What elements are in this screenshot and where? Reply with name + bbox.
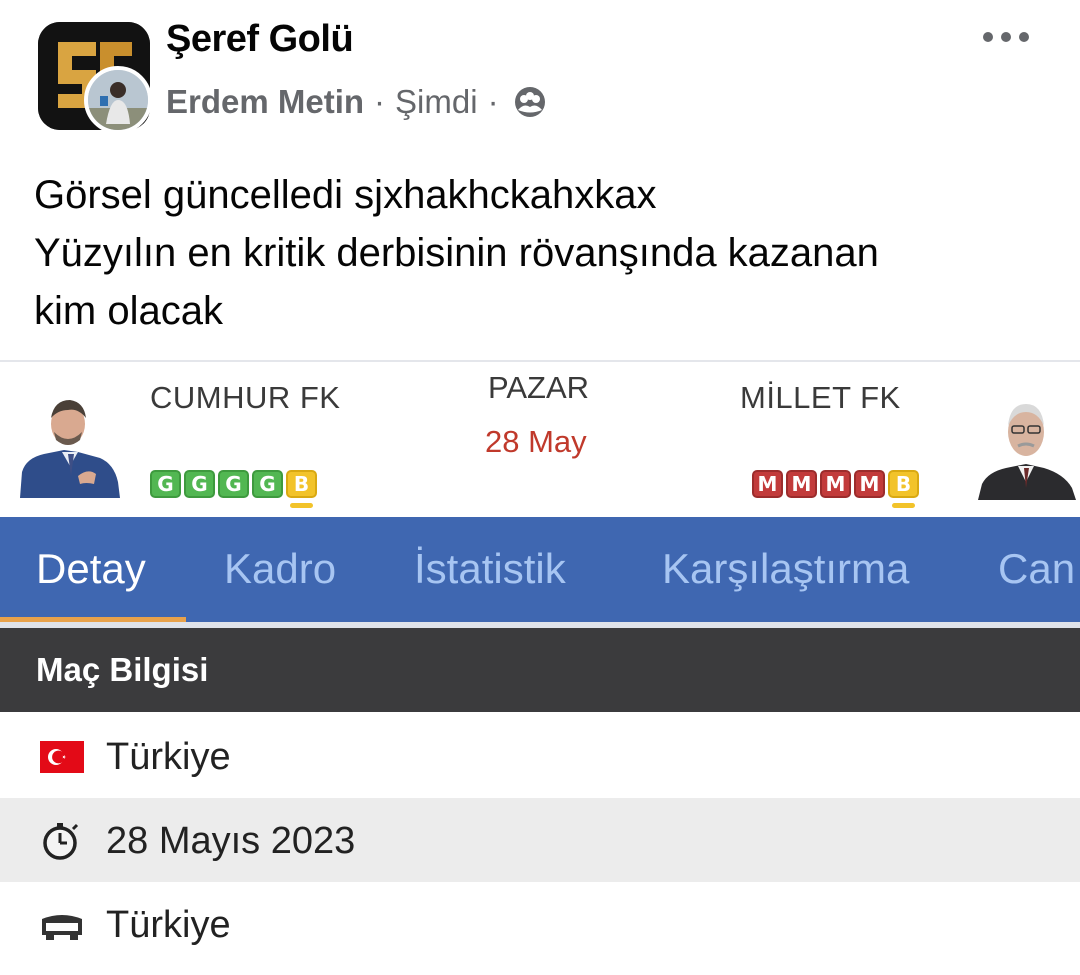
post-text: Görsel güncelledi sjxhakhckahxkax Yüzyıl…: [34, 166, 1054, 340]
away-form-row: M M M M B: [752, 470, 919, 508]
info-row: Türkiye: [0, 882, 1080, 968]
form-badge-win: G: [150, 470, 181, 498]
away-team-name: MİLLET FK: [740, 380, 901, 415]
post-time[interactable]: Şimdi: [395, 83, 478, 121]
tab-karsilastirma[interactable]: Karşılaştırma: [662, 545, 909, 593]
form-badge-loss: M: [752, 470, 783, 498]
match-tab-bar: Detay Kadro İstatistik Karşılaştırma Can: [0, 517, 1080, 622]
turkey-flag-icon: [40, 741, 84, 773]
post-meta: Erdem Metin · Şimdi ·: [166, 80, 547, 124]
stadium-icon: [42, 915, 82, 940]
more-options-icon[interactable]: [980, 26, 1032, 48]
group-name[interactable]: Şeref Golü: [166, 18, 354, 61]
form-badge-draw: B: [888, 470, 919, 508]
form-badge-loss: M: [820, 470, 851, 498]
meta-separator: ·: [374, 83, 386, 120]
stopwatch-icon: [43, 823, 79, 860]
author-name[interactable]: Erdem Metin: [166, 83, 364, 121]
shared-image[interactable]: CUMHUR FK PAZAR 28 May MİLLET FK G G G G…: [0, 360, 1080, 975]
tab-can[interactable]: Can: [998, 545, 1075, 593]
section-header: Maç Bilgisi: [0, 628, 1080, 712]
post-text-line: Yüzyılın en kritik derbisinin rövanşında…: [34, 231, 879, 275]
form-badge-win: G: [252, 470, 283, 498]
group-members-icon[interactable]: [513, 85, 547, 119]
home-player-portrait: [20, 400, 120, 498]
form-badge-win: G: [218, 470, 249, 498]
post-header: Şeref Golü Erdem Metin · Şimdi ·: [0, 0, 1080, 150]
info-row: Türkiye: [0, 714, 1080, 800]
match-header: CUMHUR FK PAZAR 28 May MİLLET FK G G G G…: [0, 362, 1080, 517]
form-badge-win: G: [184, 470, 215, 498]
match-day: PAZAR: [488, 370, 590, 405]
form-badge-loss: M: [854, 470, 885, 498]
tab-kadro[interactable]: Kadro: [224, 545, 336, 593]
author-avatar[interactable]: [84, 66, 152, 134]
user-avatar-icon: [88, 70, 148, 130]
info-venue: Türkiye: [106, 903, 231, 946]
post-text-line: kim olacak: [34, 289, 223, 333]
match-date: 28 May: [485, 424, 587, 459]
tab-detay[interactable]: Detay: [36, 545, 146, 593]
info-row: 28 Mayıs 2023: [0, 798, 1080, 884]
tab-istatistik[interactable]: İstatistik: [414, 545, 566, 593]
info-date: 28 Mayıs 2023: [106, 819, 356, 862]
home-team-name: CUMHUR FK: [150, 380, 341, 415]
meta-separator: ·: [487, 83, 499, 120]
post-text-line: Görsel güncelledi sjxhakhckahxkax: [34, 173, 657, 217]
form-badge-loss: M: [786, 470, 817, 498]
form-badge-draw: B: [286, 470, 317, 508]
away-player-portrait: [978, 404, 1076, 500]
info-country: Türkiye: [106, 735, 231, 778]
home-form-row: G G G G B: [150, 470, 317, 508]
